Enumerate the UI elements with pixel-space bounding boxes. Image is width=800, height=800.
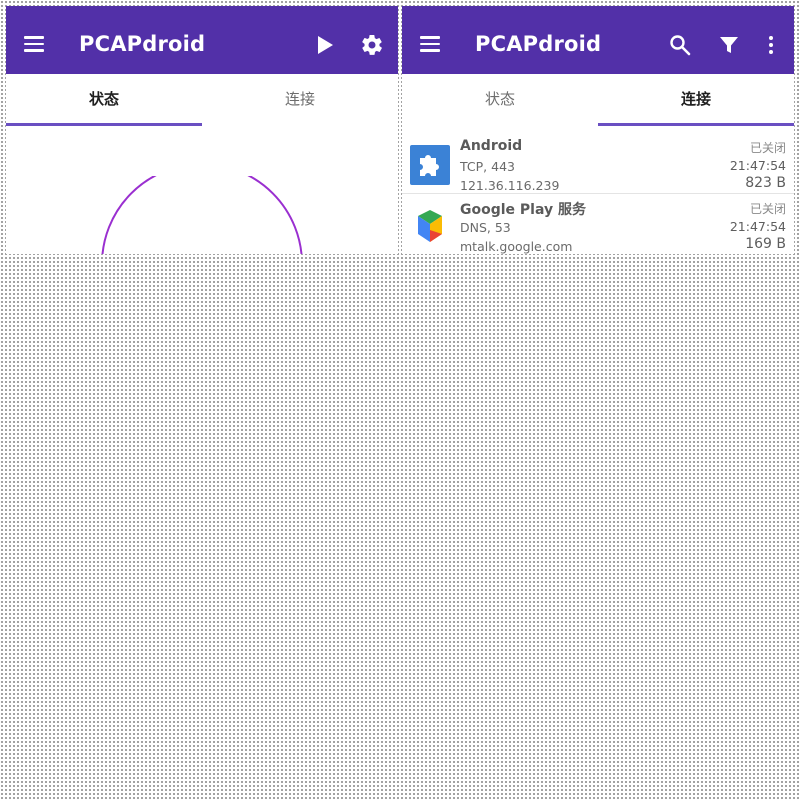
tab-status[interactable]: 状态 [402,74,598,126]
connection-time: 21:47:54 [729,158,786,173]
tab-status[interactable]: 状态 [6,74,202,126]
status-gauge-ring [101,176,303,254]
more-vert-icon[interactable] [759,33,783,57]
connection-size: 169 B [745,236,786,252]
connection-app-name: Google Play 服务 [460,202,586,218]
tab-bar: 状态 连接 [6,74,398,126]
connection-app-name: Android [460,138,523,154]
tab-indicator [6,123,202,126]
app-title: PCAPdroid [79,32,206,56]
gear-icon[interactable] [360,33,384,57]
tab-status-label: 状态 [484,90,515,108]
connection-time: 21:47:54 [729,219,786,234]
tab-bar: 状态 连接 [402,74,794,126]
tab-connections-label: 连接 [680,90,711,108]
play-icon[interactable] [312,33,336,57]
tab-connections[interactable]: 连接 [202,74,398,126]
play-services-icon [410,206,450,246]
app-bar: PCAPdroid [402,6,794,74]
menu-icon[interactable] [24,36,44,52]
connections-screen: PCAPdroid 状态 连接 Android TCP, 443 121.36. [402,6,794,254]
connection-row[interactable]: Android TCP, 443 121.36.116.239 已关闭 21:4… [402,133,794,194]
connection-protocol: TCP, 443 [460,159,515,174]
tab-connections-label: 连接 [284,90,315,108]
connection-status: 已关闭 [749,141,786,155]
app-bar: PCAPdroid [6,6,398,74]
connection-row[interactable]: Google Play 服务 DNS, 53 mtalk.google.com … [402,194,794,254]
tab-connections[interactable]: 连接 [598,74,794,126]
search-icon[interactable] [668,33,692,57]
puzzle-icon [410,145,450,185]
connection-status: 已关闭 [749,202,786,216]
connection-host: mtalk.google.com [460,239,573,254]
tab-status-label: 状态 [88,90,119,108]
connection-size: 823 B [745,175,786,191]
status-screen: PCAPdroid 状态 连接 [6,6,398,254]
tab-indicator [598,123,794,126]
connection-protocol: DNS, 53 [460,220,511,235]
filter-icon[interactable] [717,33,741,57]
connection-host: 121.36.116.239 [460,178,560,193]
menu-icon[interactable] [420,36,440,52]
app-title: PCAPdroid [475,32,602,56]
